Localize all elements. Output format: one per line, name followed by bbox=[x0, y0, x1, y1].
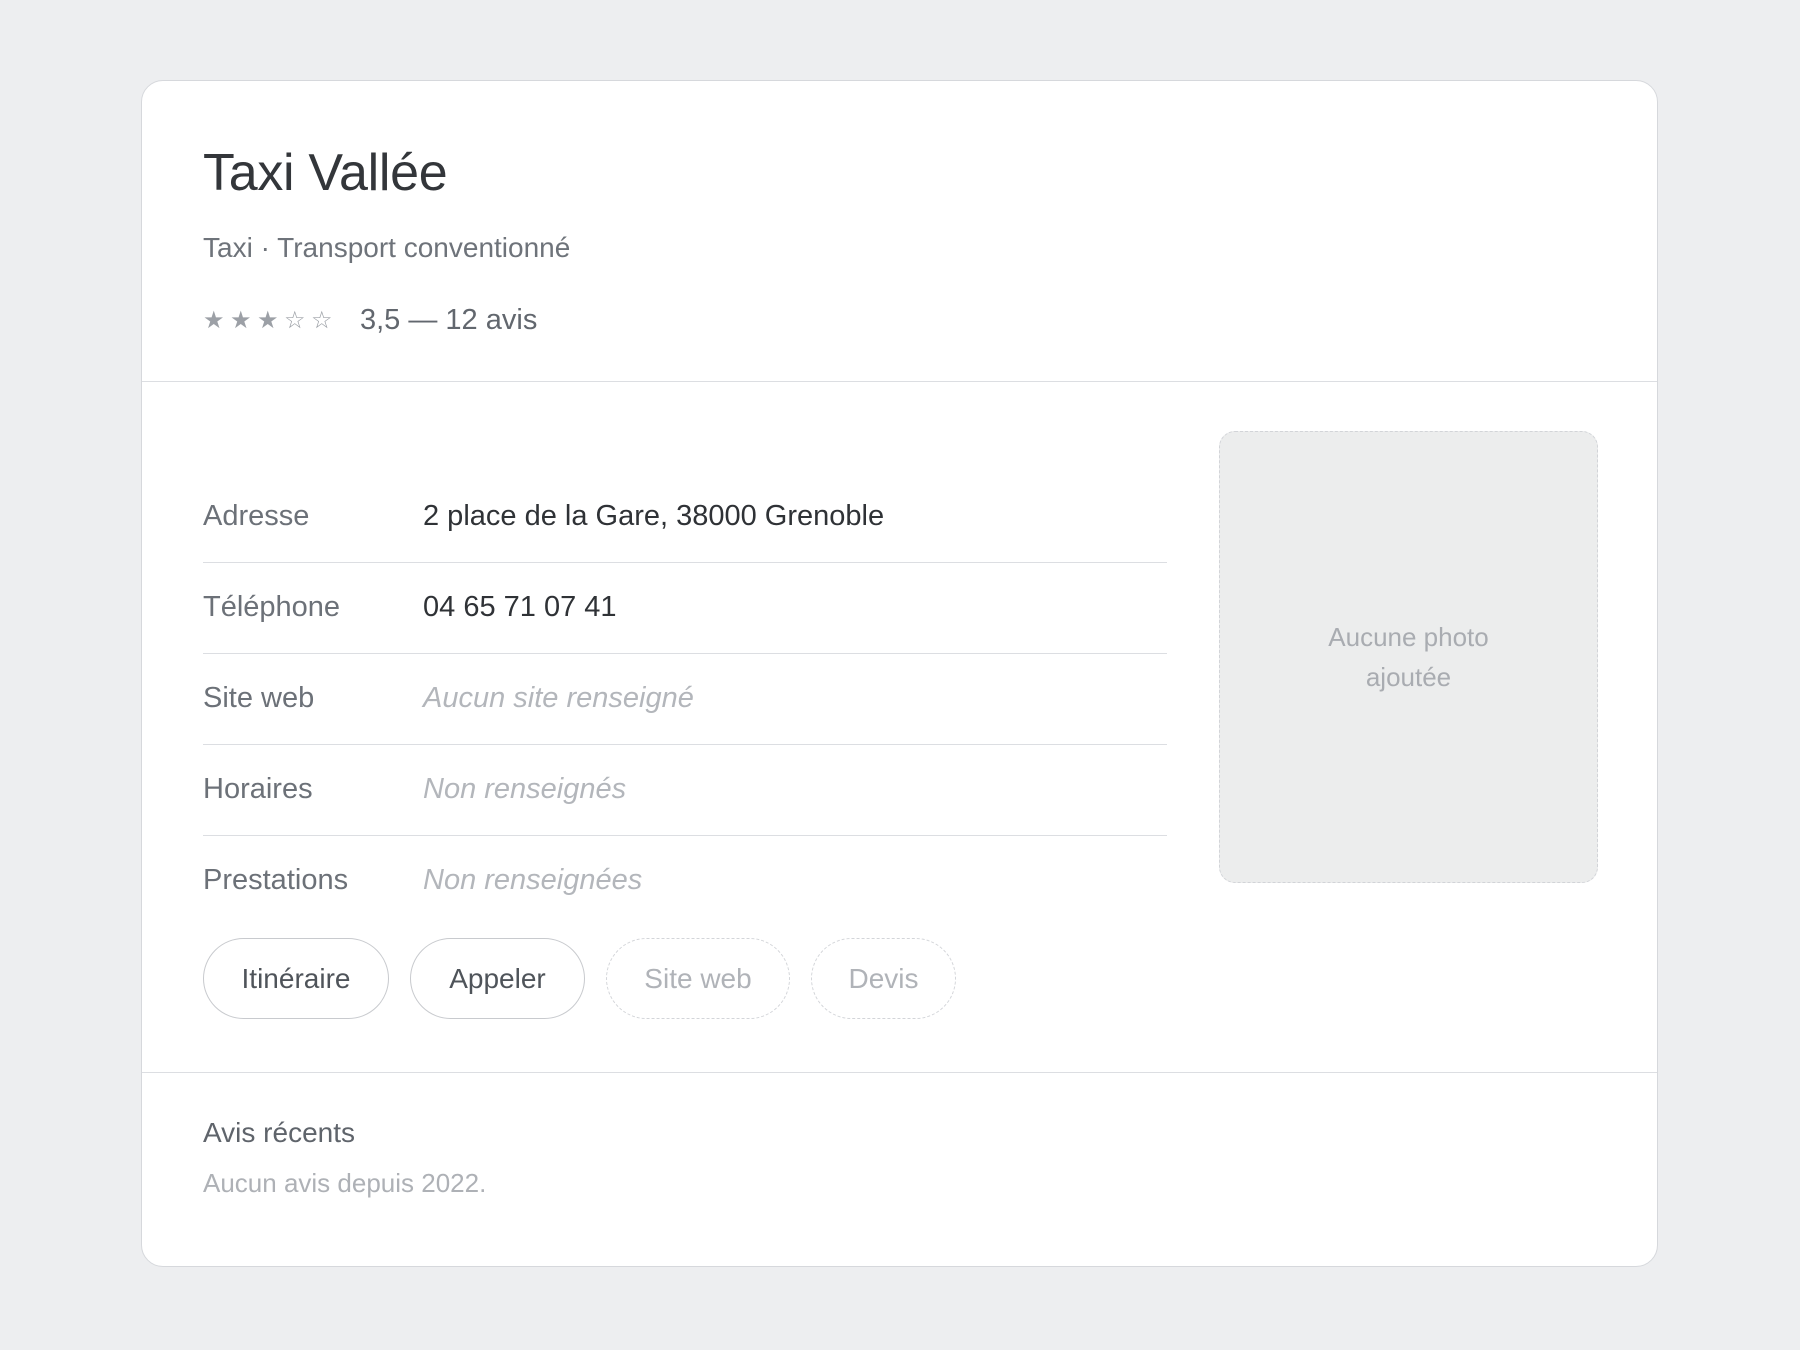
quote-button: Devis bbox=[811, 938, 956, 1019]
rating-stars: ★ ★ ★ ☆ ☆ bbox=[203, 306, 338, 334]
action-buttons: Itinéraire Appeler Site web Devis bbox=[203, 938, 956, 1019]
detail-value-website: Aucun site renseigné bbox=[423, 682, 694, 714]
call-button[interactable]: Appeler bbox=[410, 938, 585, 1019]
website-button: Site web bbox=[606, 938, 790, 1019]
detail-value-hours: Non renseignés bbox=[423, 773, 627, 805]
detail-row-site-web: Site web Aucun site renseigné bbox=[203, 654, 1167, 745]
business-category: Taxi · Transport conventionné bbox=[203, 232, 571, 263]
detail-label: Site web bbox=[203, 682, 315, 714]
rating-summary: 3,5 — 12 avis bbox=[360, 303, 538, 336]
star-filled-icon: ★ bbox=[230, 306, 252, 334]
business-header: Taxi Vallée Taxi · Transport conventionn… bbox=[142, 81, 1657, 382]
reviews-empty-text: Aucun avis depuis 2022. bbox=[203, 1168, 487, 1198]
detail-label: Horaires bbox=[203, 773, 313, 805]
itinerary-button[interactable]: Itinéraire bbox=[203, 938, 389, 1019]
rating: ★ ★ ★ ☆ ☆ 3,5 — 12 avis bbox=[203, 300, 537, 340]
business-card: Taxi Vallée Taxi · Transport conventionn… bbox=[141, 80, 1658, 1267]
photo-placeholder: Aucune photo ajoutée bbox=[1219, 431, 1598, 883]
star-filled-icon: ★ bbox=[203, 306, 225, 334]
detail-label: Prestations bbox=[203, 864, 349, 896]
reviews-title: Avis récents bbox=[203, 1117, 355, 1148]
detail-value-services: Non renseignées bbox=[423, 864, 643, 896]
detail-row-prestations: Prestations Non renseignées bbox=[203, 836, 1167, 926]
details-list: Adresse 2 place de la Gare, 38000 Grenob… bbox=[203, 472, 1167, 926]
star-empty-icon: ☆ bbox=[311, 306, 333, 334]
detail-label: Adresse bbox=[203, 500, 310, 532]
photo-placeholder-text: Aucune photo ajoutée bbox=[1328, 622, 1489, 692]
detail-value-address: 2 place de la Gare, 38000 Grenoble bbox=[423, 500, 885, 532]
star-empty-icon: ☆ bbox=[284, 306, 306, 334]
detail-row-adresse: Adresse 2 place de la Gare, 38000 Grenob… bbox=[203, 472, 1167, 563]
star-filled-icon: ★ bbox=[257, 306, 279, 334]
detail-row-horaires: Horaires Non renseignés bbox=[203, 745, 1167, 836]
detail-row-telephone: Téléphone 04 65 71 07 41 bbox=[203, 563, 1167, 654]
business-name: Taxi Vallée bbox=[203, 144, 448, 202]
detail-label: Téléphone bbox=[203, 591, 341, 623]
detail-value-phone: 04 65 71 07 41 bbox=[423, 591, 617, 623]
recent-reviews: Avis récents Aucun avis depuis 2022. bbox=[142, 1072, 1657, 1198]
